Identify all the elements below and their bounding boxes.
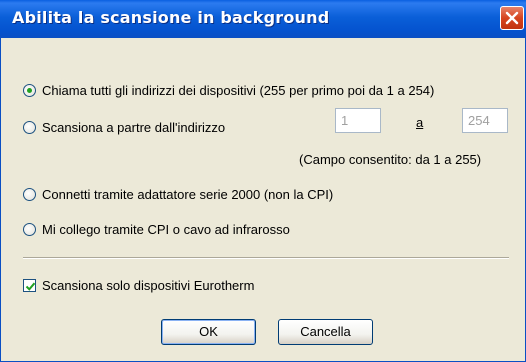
- radio-scan-from[interactable]: [23, 121, 36, 134]
- option-scan-from-label: Scansiona a partre dall'indirizzo: [42, 120, 226, 135]
- window-title: Abilita la scansione in background: [12, 8, 330, 27]
- radio-poll-all[interactable]: [23, 84, 36, 97]
- from-address-field[interactable]: 1: [335, 108, 381, 133]
- range-to-label: a: [416, 115, 424, 130]
- option-poll-all-label: Chiama tutti gli indirizzi dei dispositi…: [42, 83, 435, 98]
- title-bar: Abilita la scansione in background: [0, 0, 526, 38]
- option-serial-adapter-label: Connetti tramite adattatore serie 2000 (…: [42, 187, 334, 202]
- radio-cpi-infrared[interactable]: [23, 223, 36, 236]
- separator: [23, 257, 509, 259]
- dialog-body: Chiama tutti gli indirizzi dei dispositi…: [0, 38, 526, 362]
- ok-button[interactable]: OK: [161, 319, 256, 345]
- to-address-field[interactable]: 254: [462, 108, 508, 133]
- option-scan-from[interactable]: Scansiona a partre dall'indirizzo: [23, 120, 225, 135]
- option-cpi-infrared-label: Mi collego tramite CPI o cavo ad infraro…: [42, 222, 290, 237]
- option-serial-adapter[interactable]: Connetti tramite adattatore serie 2000 (…: [23, 187, 333, 202]
- range-note: (Campo consentito: da 1 a 255): [299, 152, 482, 167]
- eurotherm-only-option[interactable]: Scansiona solo dispositivi Eurotherm: [23, 278, 254, 293]
- eurotherm-only-label: Scansiona solo dispositivi Eurotherm: [42, 278, 255, 293]
- close-button[interactable]: [500, 6, 524, 30]
- cancel-button[interactable]: Cancella: [278, 319, 373, 345]
- radio-serial-adapter[interactable]: [23, 188, 36, 201]
- eurotherm-only-checkbox[interactable]: [23, 279, 36, 292]
- option-poll-all[interactable]: Chiama tutti gli indirizzi dei dispositi…: [23, 83, 434, 98]
- option-cpi-infrared[interactable]: Mi collego tramite CPI o cavo ad infraro…: [23, 222, 290, 237]
- checkmark-icon: [25, 282, 36, 291]
